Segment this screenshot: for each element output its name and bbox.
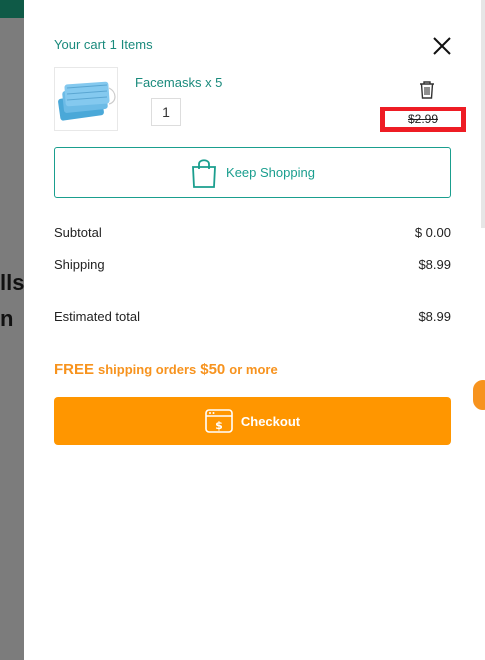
cart-header-suffix: Items bbox=[120, 37, 153, 52]
subtotal-label: Subtotal bbox=[54, 225, 102, 240]
background-topbar bbox=[0, 0, 24, 18]
scrollbar[interactable] bbox=[481, 0, 485, 228]
estimated-total-value: $8.99 bbox=[418, 309, 451, 324]
cart-drawer: Your cart 1 Items Facemasks x 5 1 $2.99 … bbox=[24, 0, 485, 660]
background-text: lls bbox=[0, 270, 25, 295]
shopping-bag-icon bbox=[192, 158, 216, 188]
keep-shopping-label: Keep Shopping bbox=[226, 165, 315, 180]
background-text: n bbox=[0, 306, 14, 331]
item-price: $2.99 bbox=[385, 111, 461, 127]
keep-shopping-button[interactable]: Keep Shopping bbox=[54, 147, 451, 198]
checkout-label: Checkout bbox=[240, 413, 301, 429]
product-name[interactable]: Facemasks x 5 bbox=[135, 75, 222, 90]
svg-text:$: $ bbox=[215, 419, 223, 432]
promo-text-suffix: or more bbox=[229, 362, 278, 377]
promo-free: FREE bbox=[54, 361, 95, 378]
product-image bbox=[54, 67, 118, 131]
free-shipping-promo: FREE shipping orders $50 or more bbox=[54, 361, 278, 378]
close-icon[interactable] bbox=[432, 36, 452, 56]
cart-header-label: Your cart bbox=[54, 37, 106, 52]
promo-amount: $50 bbox=[200, 361, 226, 378]
trash-icon[interactable] bbox=[418, 80, 436, 100]
subtotal-value: $ 0.00 bbox=[414, 225, 451, 240]
floating-chat-button[interactable] bbox=[471, 378, 485, 412]
cart-item-count: 1 bbox=[109, 37, 117, 52]
shipping-row: Shipping $8.99 bbox=[54, 257, 451, 272]
facemask-image bbox=[58, 81, 116, 121]
checkout-button[interactable]: $ Checkout bbox=[54, 397, 451, 445]
price-highlight-box: $2.99 bbox=[380, 107, 466, 132]
payment-window-icon: $ bbox=[205, 409, 233, 433]
estimated-total-row: Estimated total $8.99 bbox=[54, 309, 451, 324]
quantity-input[interactable]: 1 bbox=[151, 98, 181, 126]
promo-text: shipping orders bbox=[98, 362, 197, 377]
subtotal-row: Subtotal $ 0.00 bbox=[54, 225, 451, 240]
shipping-value: $8.99 bbox=[418, 257, 451, 272]
shipping-label: Shipping bbox=[54, 257, 105, 272]
cart-header: Your cart 1 Items bbox=[54, 37, 153, 52]
estimated-total-label: Estimated total bbox=[54, 309, 140, 324]
